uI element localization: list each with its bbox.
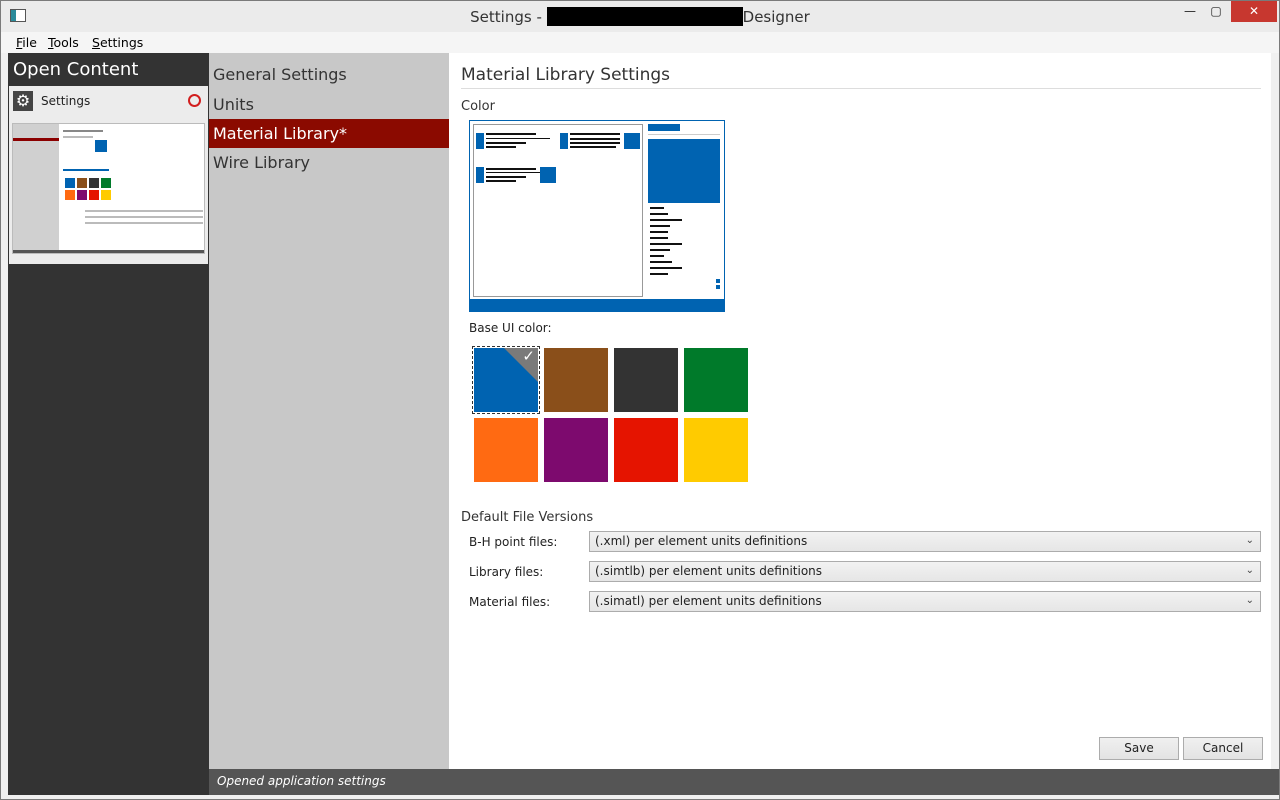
color-swatch-orange[interactable] xyxy=(474,418,538,482)
menu-bar: File Tools Settings xyxy=(1,32,1279,53)
close-circle-icon[interactable] xyxy=(188,94,201,107)
color-section-label: Color xyxy=(461,99,495,114)
bh-point-files-label: B-H point files: xyxy=(469,535,558,549)
title-divider xyxy=(461,88,1261,89)
color-swatch-green[interactable] xyxy=(684,348,748,412)
chevron-down-icon: ⌄ xyxy=(1245,565,1254,576)
cancel-button[interactable]: Cancel xyxy=(1183,737,1263,760)
library-files-label: Library files: xyxy=(469,565,544,579)
bh-point-files-select[interactable]: (.xml) per element units definitions ⌄ xyxy=(589,531,1261,552)
color-swatch-dark-gray[interactable] xyxy=(614,348,678,412)
maximize-button[interactable]: ▢ xyxy=(1203,1,1229,22)
color-swatch-yellow[interactable] xyxy=(684,418,748,482)
menu-settings[interactable]: Settings xyxy=(92,35,143,50)
content-card-label: Settings xyxy=(41,94,91,108)
redacted-block xyxy=(546,7,743,26)
window-title: Settings - Designer xyxy=(1,7,1279,26)
menu-tools[interactable]: Tools xyxy=(48,35,79,50)
content-card-settings[interactable]: ⚙ Settings xyxy=(9,86,208,264)
checkmark-icon: ✓ xyxy=(522,348,535,365)
settings-nav: General Settings Units Material Library*… xyxy=(209,53,449,769)
material-files-value: (.simatl) per element units definitions xyxy=(595,594,822,608)
close-button[interactable]: ✕ xyxy=(1231,1,1277,22)
content-thumbnail[interactable] xyxy=(12,123,205,254)
page-title: Material Library Settings xyxy=(461,65,671,85)
nav-item-general-settings[interactable]: General Settings xyxy=(209,60,449,89)
chevron-down-icon: ⌄ xyxy=(1245,535,1254,546)
status-text: Opened application settings xyxy=(217,774,386,788)
file-versions-label: Default File Versions xyxy=(461,510,594,525)
color-preview xyxy=(469,120,725,312)
left-panel-footer xyxy=(8,769,209,795)
library-files-select[interactable]: (.simtlb) per element units definitions … xyxy=(589,561,1261,582)
open-content-panel: Open Content ⚙ Settings xyxy=(8,53,209,769)
library-files-value: (.simtlb) per element units definitions xyxy=(595,564,823,578)
gear-icon: ⚙ xyxy=(13,91,33,111)
color-swatch-red[interactable] xyxy=(614,418,678,482)
material-files-select[interactable]: (.simatl) per element units definitions … xyxy=(589,591,1261,612)
color-swatch-blue[interactable]: ✓ xyxy=(472,346,540,414)
nav-item-units[interactable]: Units xyxy=(209,90,449,119)
app-window: Settings - Designer — ▢ ✕ File Tools Set… xyxy=(0,0,1280,800)
color-swatch-brown[interactable] xyxy=(544,348,608,412)
menu-file[interactable]: File xyxy=(16,35,37,50)
minimize-button[interactable]: — xyxy=(1177,1,1203,22)
nav-item-material-library[interactable]: Material Library* xyxy=(209,119,449,148)
save-button[interactable]: Save xyxy=(1099,737,1179,760)
status-bar: Opened application settings xyxy=(209,769,1279,795)
window-title-suffix: Designer xyxy=(742,8,810,26)
nav-item-wire-library[interactable]: Wire Library xyxy=(209,148,449,177)
chevron-down-icon: ⌄ xyxy=(1245,595,1254,606)
open-content-title: Open Content xyxy=(13,59,139,80)
bh-point-files-value: (.xml) per element units definitions xyxy=(595,534,808,548)
title-bar[interactable]: Settings - Designer — ▢ ✕ xyxy=(1,1,1279,32)
color-swatch-purple[interactable] xyxy=(544,418,608,482)
material-files-label: Material files: xyxy=(469,595,551,609)
window-title-prefix: Settings - xyxy=(470,8,547,26)
settings-main: Material Library Settings Color Base UI … xyxy=(449,53,1271,769)
base-ui-color-label: Base UI color: xyxy=(469,321,552,335)
